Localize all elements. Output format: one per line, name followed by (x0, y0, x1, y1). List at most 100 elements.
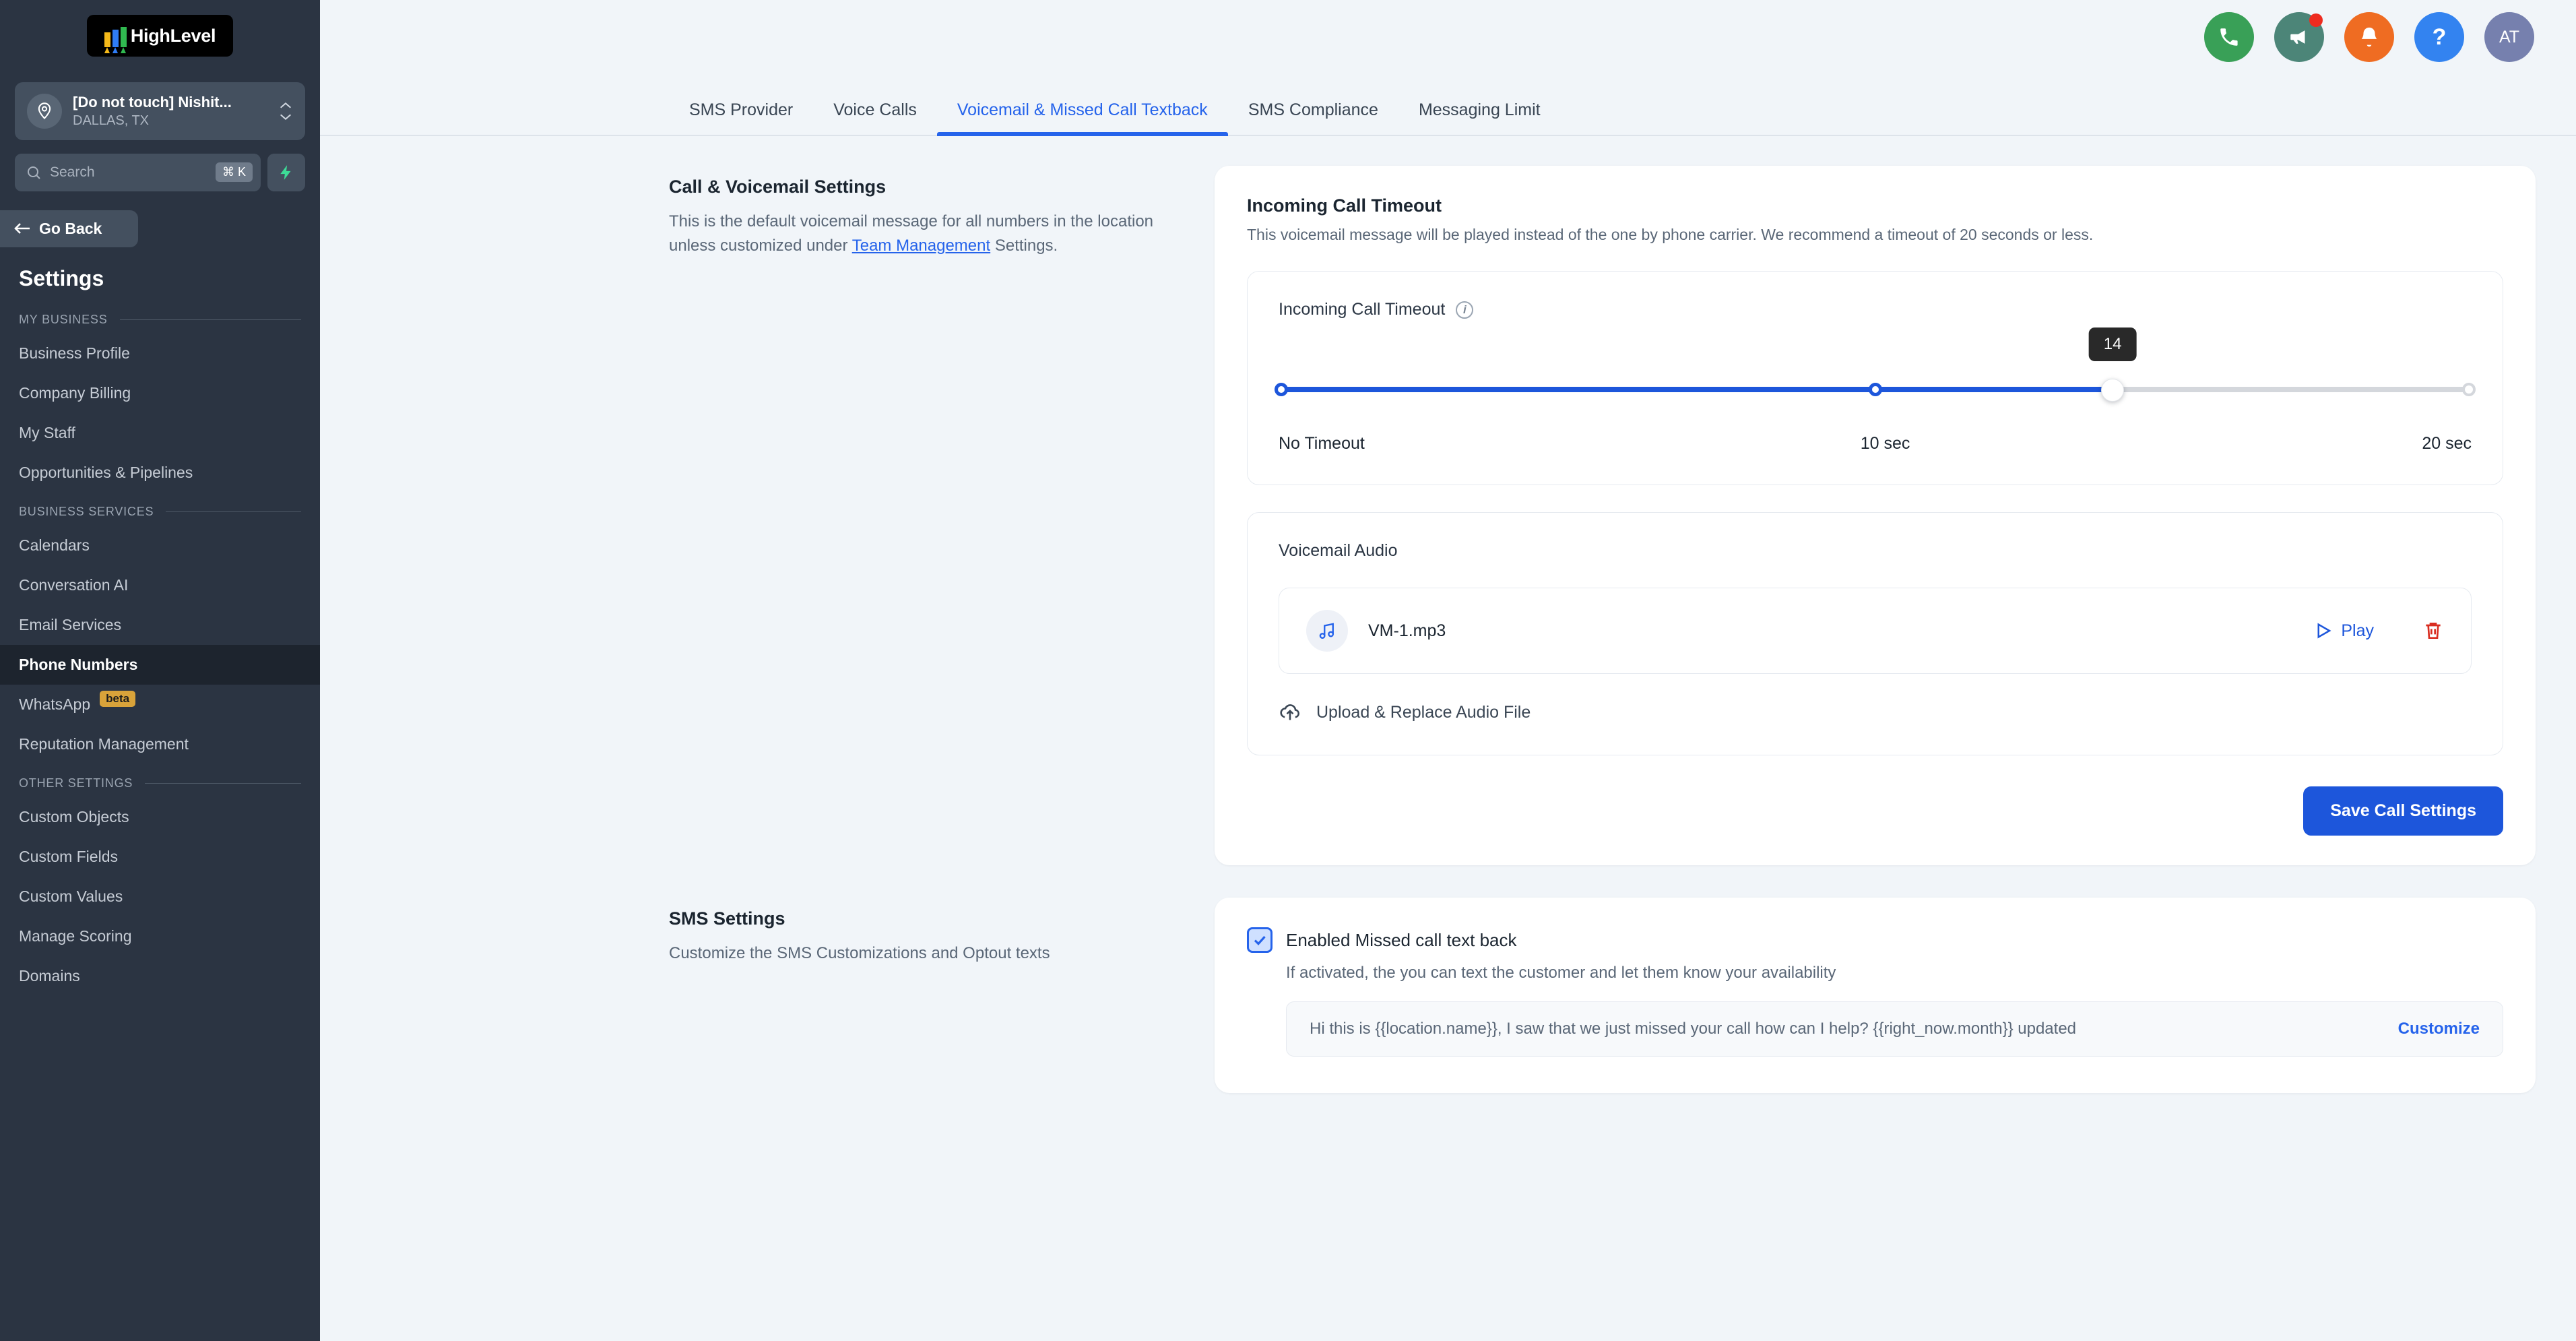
help-glyph: ? (2432, 24, 2447, 50)
sidebar-item-label: Custom Values (19, 887, 123, 905)
sidebar-item-domains[interactable]: Domains (0, 956, 320, 996)
sidebar-item-label: Company Billing (19, 383, 131, 402)
play-icon (2317, 623, 2331, 639)
help-icon[interactable]: ? (2414, 12, 2464, 62)
search-icon (28, 166, 40, 179)
missed-call-textback-panel: Enabled Missed call text back If activat… (1215, 898, 2536, 1093)
sidebar: HighLevel [Do not touch] Nishit... DALLA… (0, 0, 320, 1341)
sidebar-item-conversation-ai[interactable]: Conversation AI (0, 565, 320, 605)
sidebar-item-label: Custom Objects (19, 807, 129, 825)
sidebar-item-custom-objects[interactable]: Custom Objects (0, 797, 320, 837)
slider-tick-min (1275, 383, 1288, 396)
play-button[interactable]: Play (2313, 621, 2374, 641)
play-label: Play (2341, 621, 2374, 640)
sidebar-item-custom-fields[interactable]: Custom Fields (0, 837, 320, 877)
app-root: HighLevel [Do not touch] Nishit... DALLA… (0, 0, 2576, 1341)
delete-audio-button[interactable] (2422, 620, 2444, 642)
music-note-icon (1306, 610, 1348, 652)
upload-label: Upload & Replace Audio File (1316, 702, 1531, 722)
sidebar-item-label: Reputation Management (19, 735, 189, 753)
tab-sms-compliance[interactable]: SMS Compliance (1228, 100, 1398, 135)
tab-voice-calls[interactable]: Voice Calls (813, 100, 937, 135)
upload-replace-audio-button[interactable]: Upload & Replace Audio File (1279, 701, 2472, 724)
logo-arrows-icon (104, 24, 127, 53)
brand-name: HighLevel (130, 25, 216, 46)
sidebar-item-opportunities-pipelines[interactable]: Opportunities & Pipelines (0, 453, 320, 493)
slider-tick-max (2462, 383, 2476, 396)
sidebar-item-company-billing[interactable]: Company Billing (0, 373, 320, 413)
status-badge: beta (100, 691, 136, 707)
avatar[interactable]: AT (2484, 12, 2534, 62)
check-icon (1254, 935, 1266, 945)
save-call-settings-button[interactable]: Save Call Settings (2303, 786, 2503, 836)
location-switcher[interactable]: [Do not touch] Nishit... DALLAS, TX (15, 82, 305, 140)
tab-messaging-limit[interactable]: Messaging Limit (1398, 100, 1561, 135)
sidebar-item-whatsapp[interactable]: WhatsApp beta (0, 685, 320, 724)
sms-settings-heading: SMS Settings (669, 908, 785, 929)
content-area: Call & Voicemail Settings This is the de… (320, 136, 2576, 1341)
tab-label: SMS Compliance (1248, 100, 1378, 119)
sidebar-item-label: Manage Scoring (19, 927, 132, 945)
enable-missed-call-label: Enabled Missed call text back (1286, 929, 1517, 950)
tab-label: Messaging Limit (1418, 100, 1541, 119)
sidebar-item-label: Conversation AI (19, 575, 129, 594)
sidebar-item-reputation-management[interactable]: Reputation Management (0, 724, 320, 764)
main-area: ? AT SMS Provider Voice Calls Voicemail … (320, 0, 2576, 1341)
search-input[interactable]: Search ⌘ K (15, 153, 261, 191)
slider-max-label: 20 sec (2422, 434, 2472, 453)
sidebar-item-business-profile[interactable]: Business Profile (0, 334, 320, 373)
slider-track[interactable]: 14 (1275, 328, 2476, 402)
sidebar-item-label: Custom Fields (19, 847, 118, 865)
timeout-slider[interactable]: 14 (1275, 328, 2476, 422)
team-management-link[interactable]: Team Management (852, 237, 990, 255)
divider (166, 511, 301, 512)
missed-call-message-input[interactable]: Hi this is {{location.name}}, I saw that… (1310, 1020, 2382, 1038)
sms-settings-desc: Customize the SMS Customizations and Opt… (669, 944, 1050, 962)
enable-missed-call-checkbox[interactable] (1247, 927, 1273, 953)
phone-icon[interactable] (2204, 12, 2254, 62)
notification-dot (2309, 13, 2323, 27)
sidebar-item-phone-numbers[interactable]: Phone Numbers (0, 644, 320, 685)
call-voicemail-section: Call & Voicemail Settings This is the de… (669, 166, 2536, 865)
info-icon[interactable]: i (1456, 301, 1474, 319)
panel-subtitle: This voicemail message will be played in… (1247, 226, 2094, 243)
sidebar-item-custom-values[interactable]: Custom Values (0, 877, 320, 916)
divider (119, 319, 301, 320)
sidebar-item-calendars[interactable]: Calendars (0, 526, 320, 565)
upload-cloud-icon (1280, 704, 1299, 720)
sidebar-item-manage-scoring[interactable]: Manage Scoring (0, 916, 320, 956)
audio-file-name: VM-1.mp3 (1368, 621, 1446, 640)
search-placeholder: Search (50, 164, 95, 180)
slider-tick-mid (1868, 383, 1882, 396)
sidebar-nav: MY BUSINESS Business Profile Company Bil… (0, 301, 320, 1341)
sidebar-item-label: Business Profile (19, 344, 130, 362)
voicemail-audio-card: Voicemail Audio VM-1.mp3 Play Upload & R… (1247, 512, 2503, 755)
tab-label: Voice Calls (833, 100, 917, 119)
chevron-updown-icon (278, 101, 293, 121)
bolt-icon (280, 164, 291, 180)
slider-thumb[interactable] (2101, 379, 2125, 402)
quick-action-button[interactable] (267, 153, 305, 191)
sidebar-item-my-staff[interactable]: My Staff (0, 413, 320, 453)
slider-heading-row: Incoming Call Timeout i (1279, 300, 2472, 319)
sidebar-item-label: Domains (19, 966, 80, 985)
customize-link[interactable]: Customize (2398, 1020, 2480, 1038)
tab-sms-provider[interactable]: SMS Provider (669, 100, 813, 135)
sms-settings-description: SMS Settings Customize the SMS Customiza… (669, 898, 1188, 1093)
nav-section-label: MY BUSINESS (19, 312, 108, 326)
voicemail-audio-title: Voicemail Audio (1279, 541, 1398, 560)
bell-icon[interactable] (2344, 12, 2394, 62)
sidebar-item-label: WhatsApp (19, 695, 91, 713)
divider (145, 782, 301, 784)
sidebar-item-label: Opportunities & Pipelines (19, 463, 193, 481)
call-voicemail-heading: Call & Voicemail Settings (669, 177, 887, 197)
tab-voicemail-missed-call-textback[interactable]: Voicemail & Missed Call Textback (936, 100, 1228, 136)
nav-section-my-business: MY BUSINESS (0, 301, 320, 334)
trash-icon (2426, 623, 2441, 639)
megaphone-icon[interactable] (2274, 12, 2324, 62)
slider-value-tooltip: 14 (2088, 328, 2137, 361)
sms-settings-section: SMS Settings Customize the SMS Customiza… (669, 898, 2536, 1093)
sidebar-item-email-services[interactable]: Email Services (0, 605, 320, 645)
brand-logo[interactable]: HighLevel (0, 0, 320, 70)
go-back-button[interactable]: Go Back (0, 210, 138, 247)
